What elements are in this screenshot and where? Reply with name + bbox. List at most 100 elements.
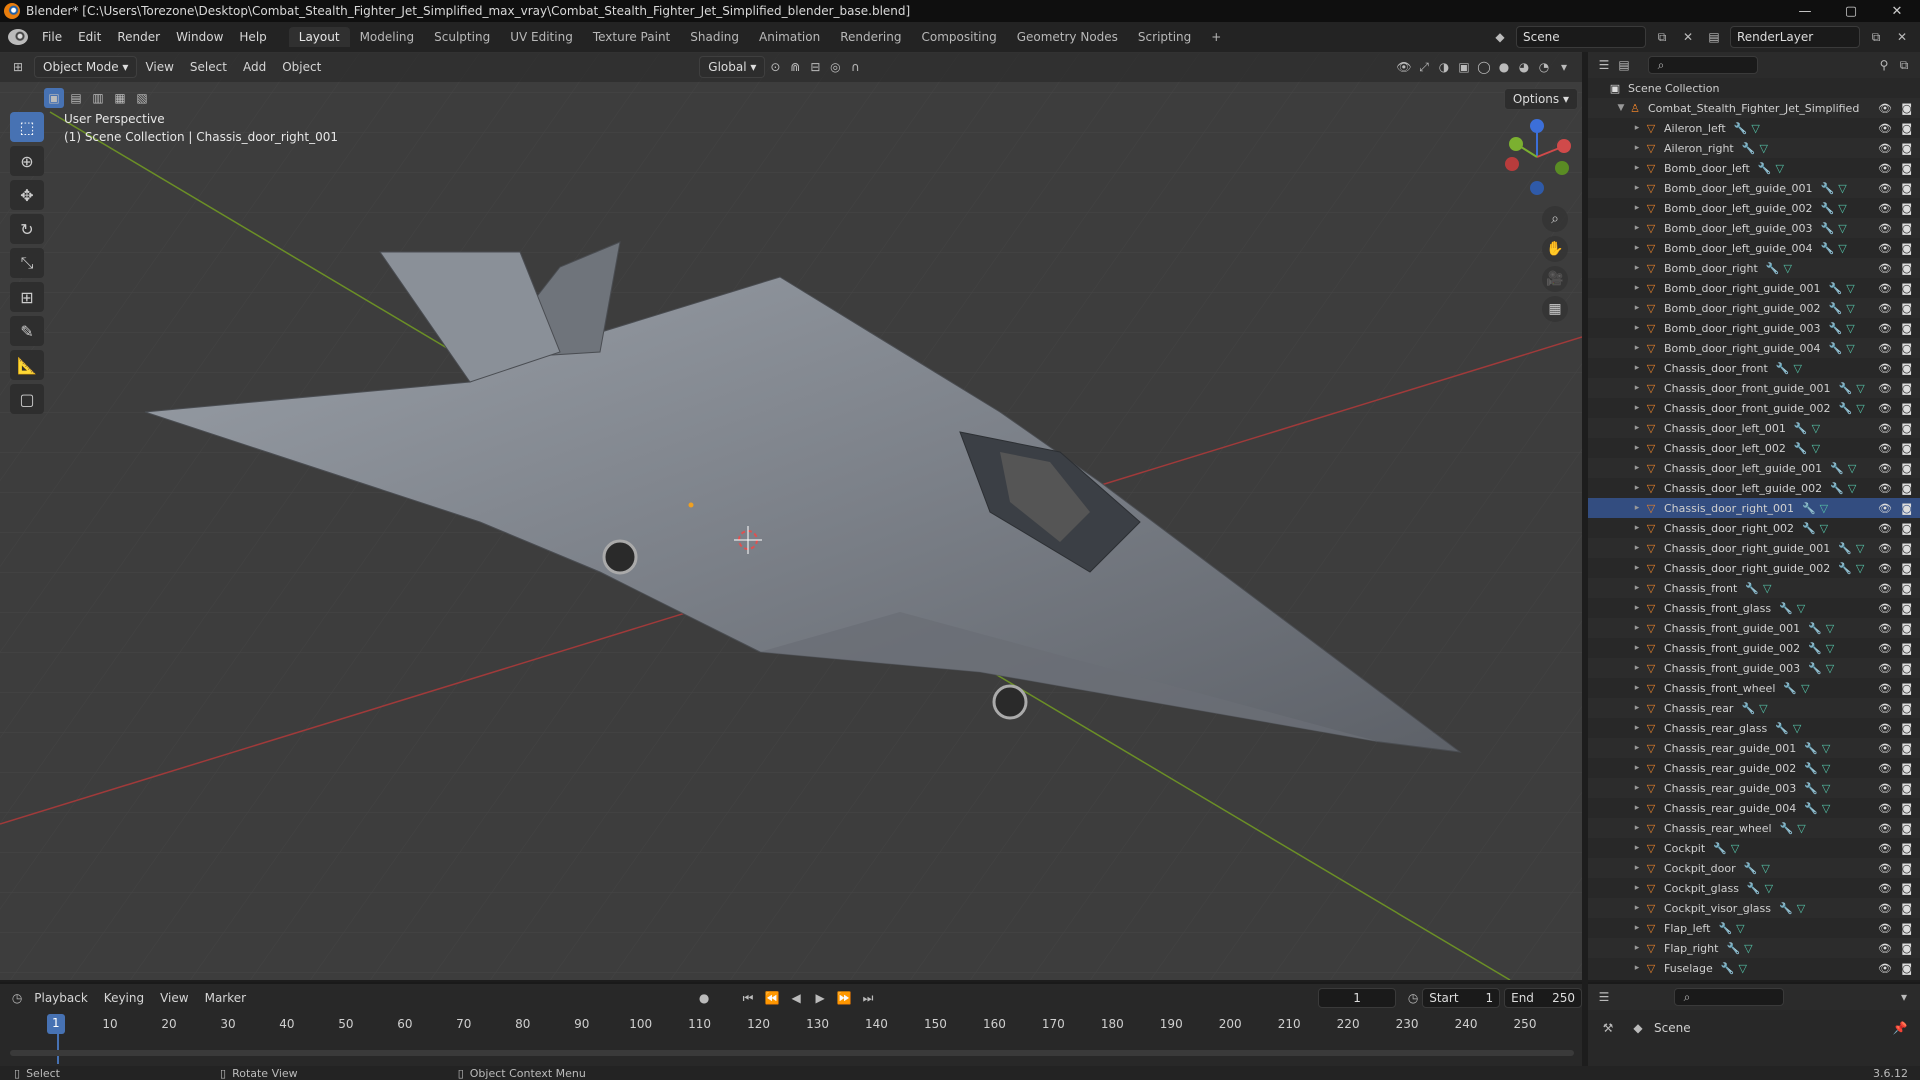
render-camera-icon[interactable]: ◙ [1901,962,1912,975]
expand-icon[interactable]: ▸ [1630,723,1644,733]
expand-icon[interactable]: ▸ [1630,703,1644,713]
render-camera-icon[interactable]: ◙ [1901,642,1912,655]
mesh-data-icon[interactable]: ▽ [1856,402,1864,415]
workspace-tab[interactable]: Animation [749,27,830,47]
zoom-icon[interactable]: ⌕ [1542,206,1568,232]
eye-icon[interactable]: 👁 [1878,242,1892,255]
solid-shading-icon[interactable]: ● [1494,57,1514,77]
timeline-editor-icon[interactable]: ◷ [8,988,26,1008]
workspace-tab[interactable]: Texture Paint [583,27,680,47]
mesh-data-icon[interactable]: ▽ [1759,702,1767,715]
options-dropdown[interactable]: Options ▾ [1503,88,1578,110]
start-frame-field[interactable]: Start 1 [1422,988,1501,1008]
mesh-data-icon[interactable]: ▽ [1812,422,1820,435]
eye-icon[interactable]: 👁 [1878,222,1892,235]
mesh-data-icon[interactable]: ▽ [1838,242,1846,255]
expand-icon[interactable]: ▸ [1630,783,1644,793]
outliner-item[interactable]: ▸ ▽ Bomb_door_right_guide_004 🔧 ▽ 👁 ◙ [1588,338,1920,358]
outliner-item[interactable]: ▸ ▽ Chassis_door_left_guide_002 🔧 ▽ 👁 ◙ [1588,478,1920,498]
eye-icon[interactable]: 👁 [1878,122,1892,135]
eye-icon[interactable]: 👁 [1878,182,1892,195]
eye-icon[interactable]: 👁 [1878,562,1892,575]
render-camera-icon[interactable]: ◙ [1901,462,1912,475]
outliner-item[interactable]: ▸ ▽ Chassis_door_front 🔧 ▽ 👁 ◙ [1588,358,1920,378]
mesh-data-icon[interactable]: ▽ [1838,202,1846,215]
modifier-icon[interactable]: 🔧 [1838,542,1852,555]
play-icon[interactable]: ▶ [810,988,830,1008]
play-reverse-icon[interactable]: ◀ [786,988,806,1008]
mesh-data-icon[interactable]: ▽ [1848,462,1856,475]
view-layer-field[interactable]: RenderLayer [1730,26,1860,48]
outliner-item[interactable]: ▸ ▽ Chassis_rear_guide_003 🔧 ▽ 👁 ◙ [1588,778,1920,798]
mesh-data-icon[interactable]: ▽ [1765,882,1773,895]
outliner-item[interactable]: ▸ ▽ Chassis_door_right_002 🔧 ▽ 👁 ◙ [1588,518,1920,538]
expand-icon[interactable]: ▸ [1630,123,1644,133]
scale-tool-icon[interactable]: ⤡ [10,248,44,278]
current-frame-indicator[interactable]: 1 [47,1014,65,1034]
modifier-icon[interactable]: 🔧 [1804,802,1818,815]
mesh-data-icon[interactable]: ▽ [1820,522,1828,535]
modifier-icon[interactable]: 🔧 [1718,922,1732,935]
mesh-data-icon[interactable]: ▽ [1744,942,1752,955]
expand-icon[interactable]: ▸ [1630,903,1644,913]
outliner-item[interactable]: ▸ ▽ Chassis_door_right_guide_002 🔧 ▽ 👁 ◙ [1588,558,1920,578]
mesh-data-icon[interactable]: ▽ [1797,902,1805,915]
modifier-icon[interactable]: 🔧 [1775,722,1789,735]
expand-icon[interactable]: ▸ [1630,763,1644,773]
outliner-item[interactable]: ▸ ▽ Bomb_door_right_guide_002 🔧 ▽ 👁 ◙ [1588,298,1920,318]
modifier-icon[interactable]: 🔧 [1745,582,1759,595]
delete-view-layer-icon[interactable]: ✕ [1892,27,1912,47]
overlay-icon[interactable]: ◑ [1434,57,1454,77]
expand-icon[interactable]: ▸ [1630,343,1644,353]
render-camera-icon[interactable]: ◙ [1901,842,1912,855]
render-camera-icon[interactable]: ◙ [1901,542,1912,555]
select-invert-icon[interactable]: ▦ [110,88,130,108]
eye-icon[interactable]: 👁 [1878,502,1892,515]
menu-marker[interactable]: Marker [197,991,254,1005]
eye-icon[interactable]: 👁 [1878,102,1892,115]
select-intersect-icon[interactable]: ▧ [132,88,152,108]
outliner-item[interactable]: ▸ ▽ Cockpit_glass 🔧 ▽ 👁 ◙ [1588,878,1920,898]
outliner-item[interactable]: ▸ ▽ Bomb_door_left_guide_004 🔧 ▽ 👁 ◙ [1588,238,1920,258]
eye-icon[interactable]: 👁 [1878,902,1892,915]
eye-icon[interactable]: 👁 [1878,442,1892,455]
eye-icon[interactable]: 👁 [1878,522,1892,535]
pin-icon[interactable]: 📌 [1890,1018,1910,1038]
mesh-data-icon[interactable]: ▽ [1846,282,1854,295]
modifier-icon[interactable]: 🔧 [1821,242,1835,255]
cursor-tool-icon[interactable]: ⊕ [10,146,44,176]
render-camera-icon[interactable]: ◙ [1901,882,1912,895]
render-camera-icon[interactable]: ◙ [1901,942,1912,955]
mesh-data-icon[interactable]: ▽ [1846,342,1854,355]
mesh-data-icon[interactable]: ▽ [1826,642,1834,655]
render-camera-icon[interactable]: ◙ [1901,402,1912,415]
mesh-data-icon[interactable]: ▽ [1759,142,1767,155]
expand-icon[interactable]: ▸ [1630,943,1644,953]
modifier-icon[interactable]: 🔧 [1808,662,1822,675]
expand-icon[interactable]: ▸ [1630,883,1644,893]
modifier-icon[interactable]: 🔧 [1829,282,1843,295]
eye-icon[interactable]: 👁 [1878,922,1892,935]
modifier-icon[interactable]: 🔧 [1829,302,1843,315]
select-subtract-icon[interactable]: ▥ [88,88,108,108]
modifier-icon[interactable]: 🔧 [1821,222,1835,235]
render-camera-icon[interactable]: ◙ [1901,202,1912,215]
select-new-icon[interactable]: ▣ [44,88,64,108]
expand-icon[interactable]: ▸ [1630,323,1644,333]
expand-icon[interactable]: ▸ [1630,483,1644,493]
eye-icon[interactable]: 👁 [1878,202,1892,215]
expand-icon[interactable]: ▸ [1630,203,1644,213]
modifier-icon[interactable]: 🔧 [1830,462,1844,475]
properties-editor-icon[interactable]: ☰ [1594,987,1614,1007]
maximize-button[interactable]: ▢ [1828,0,1874,22]
eye-icon[interactable]: 👁 [1878,342,1892,355]
render-camera-icon[interactable]: ◙ [1901,362,1912,375]
expand-icon[interactable]: ▸ [1630,623,1644,633]
workspace-tab[interactable]: Compositing [911,27,1006,47]
new-collection-icon[interactable]: ⧉ [1894,55,1914,75]
workspace-tab[interactable]: Scripting [1128,27,1201,47]
eye-icon[interactable]: 👁 [1878,262,1892,275]
move-tool-icon[interactable]: ✥ [10,180,44,210]
outliner-item[interactable]: ▸ ▽ Chassis_front_wheel 🔧 ▽ 👁 ◙ [1588,678,1920,698]
modifier-icon[interactable]: 🔧 [1808,622,1822,635]
